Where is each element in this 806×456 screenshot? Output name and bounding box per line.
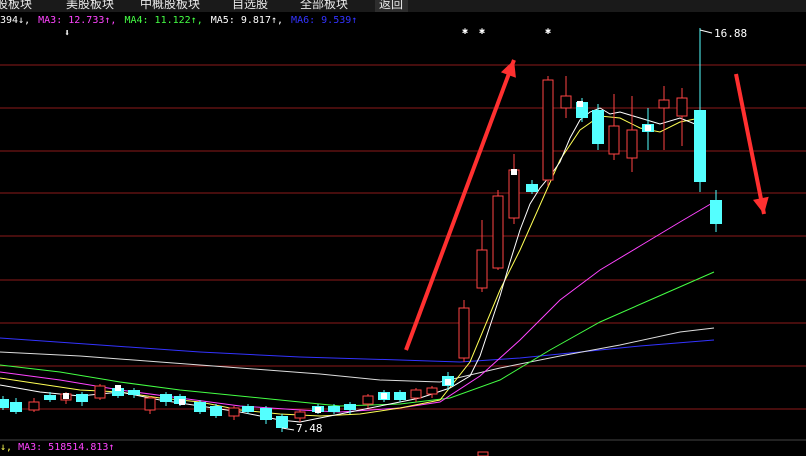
volume-ma3-value: MA3: 518514.813↑	[18, 442, 115, 453]
candle-body-down	[44, 395, 56, 400]
star-marker: ✱	[479, 26, 485, 37]
candle-body-down	[344, 404, 356, 410]
low-price-leader	[281, 427, 295, 431]
low-price-label: 7.48	[296, 422, 323, 435]
candle-body-up	[228, 407, 240, 417]
candle-body-up	[508, 169, 520, 219]
candle-body-up	[626, 129, 638, 159]
candlestick-chart[interactable]: ✱ ✱ ✱ ⬇ 16.88 7.48	[0, 0, 806, 456]
candle-body-up	[676, 97, 688, 117]
star-marker: ✱	[462, 26, 468, 37]
volume-legend: ↓, MA3: 518514.813↑	[0, 442, 114, 454]
candle-body-down	[394, 392, 406, 400]
candle-body-down	[160, 394, 172, 402]
high-price-leader	[699, 29, 713, 34]
high-price-label: 16.88	[714, 27, 747, 40]
candle-body-up	[542, 79, 554, 181]
candle-body-down	[526, 184, 538, 192]
signal-marker	[315, 407, 321, 413]
signal-marker	[511, 169, 517, 175]
candle-body-down	[242, 406, 254, 412]
signal-marker	[445, 379, 451, 385]
candle-body-down	[0, 399, 9, 408]
signal-marker	[63, 393, 69, 399]
candle-body-down	[260, 408, 272, 420]
candle-body-down	[128, 390, 140, 395]
down-trend-arrow-head	[753, 196, 769, 214]
signal-marker	[577, 101, 583, 107]
candle-body-up	[362, 395, 374, 405]
candle-body-up	[144, 397, 156, 411]
volume-bar	[477, 451, 489, 456]
ma3-line	[0, 201, 715, 413]
down-marker: ⬇	[64, 28, 70, 39]
candle-body-down	[328, 406, 340, 412]
ma5-line	[0, 327, 715, 383]
candle-body-up	[492, 195, 504, 269]
signal-marker	[381, 393, 387, 399]
candle-body-up	[94, 385, 106, 399]
candle-body-down	[710, 200, 722, 224]
candle-body-up	[658, 99, 670, 109]
volume-tail: ↓,	[0, 442, 13, 453]
candle-body-down	[76, 394, 88, 402]
candle-body-down	[592, 110, 604, 144]
signal-marker	[645, 125, 651, 131]
candle-body-up	[608, 125, 620, 155]
candle-body-up	[426, 387, 438, 395]
candle-body-down	[276, 416, 288, 428]
candle-body-up	[458, 307, 470, 359]
ma1-line	[0, 107, 701, 423]
ma2-line	[0, 115, 701, 417]
star-marker: ✱	[545, 26, 551, 37]
candle-body-down	[194, 402, 206, 412]
ma4-line	[0, 271, 715, 407]
candle-body-up	[410, 389, 422, 399]
candle-body-up	[560, 95, 572, 109]
candle-body-up	[28, 401, 40, 411]
candle-body-up	[476, 249, 488, 289]
signal-marker	[115, 385, 121, 391]
candle-body-up	[294, 411, 306, 419]
candle-body-down	[10, 402, 22, 412]
signal-marker	[179, 399, 185, 405]
candle-body-down	[694, 110, 706, 182]
candle-body-down	[210, 406, 222, 416]
